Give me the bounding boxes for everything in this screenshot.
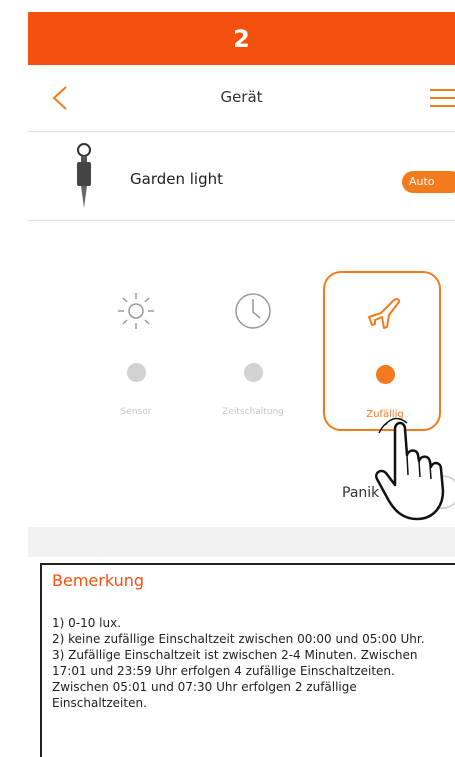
device-screen: Gerät Garden light Auto Sensor Zeitschal…	[28, 65, 455, 757]
remark-line: 2) keine zufällige Einschaltzeit zwische…	[52, 632, 425, 646]
garden-light-icon	[77, 143, 91, 208]
remark-line: 3) Zufällige Einschaltzeit ist zwischen …	[52, 648, 418, 710]
step-number: 2	[233, 24, 250, 53]
mode-sensor-dot	[127, 363, 146, 382]
mode-zeitschaltung[interactable]: Zeitschaltung	[193, 271, 307, 431]
pointing-hand-icon	[375, 417, 445, 521]
mode-sensor[interactable]: Sensor	[76, 271, 190, 431]
device-name: Garden light	[130, 170, 223, 188]
clock-icon	[235, 293, 271, 329]
page-title: Gerät	[220, 88, 263, 106]
auto-badge[interactable]: Auto	[402, 171, 455, 193]
mode-zufaellig-dot	[376, 365, 395, 384]
mode-zeitschaltung-label: Zeitschaltung	[222, 407, 284, 417]
remark-box: Bemerkung 1) 0-10 lux. 2) keine zufällig…	[40, 563, 455, 757]
mode-sensor-label: Sensor	[120, 407, 152, 417]
remark-title: Bemerkung	[52, 571, 145, 590]
mode-zeitschaltung-dot	[244, 363, 263, 382]
sun-icon	[118, 293, 154, 329]
header: Gerät	[28, 65, 455, 132]
mode-zufaellig[interactable]: Zufällig	[323, 271, 441, 431]
section-divider	[28, 527, 455, 557]
menu-icon[interactable]	[430, 85, 455, 111]
device-row: Garden light Auto	[28, 132, 455, 221]
step-banner: 2	[28, 12, 455, 65]
remark-body: 1) 0-10 lux. 2) keine zufällige Einschal…	[52, 615, 452, 711]
airplane-icon	[368, 298, 401, 329]
remark-line: 1) 0-10 lux.	[52, 616, 122, 630]
app-frame: 2 Gerät Garden light Auto Sensor Zeitsch…	[0, 0, 455, 757]
